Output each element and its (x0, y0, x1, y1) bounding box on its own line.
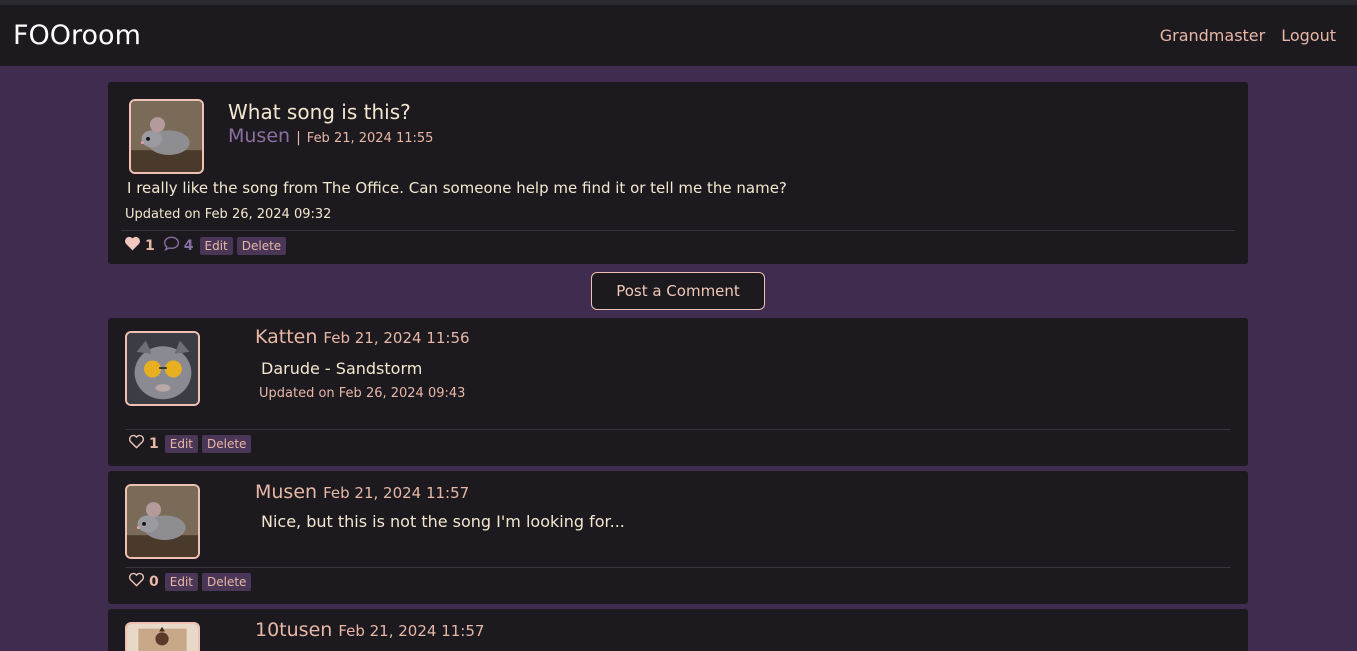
heart-outline-icon[interactable] (128, 572, 145, 591)
comment-actions: 0 Edit Delete (128, 572, 252, 591)
post-title: What song is this? (228, 100, 411, 124)
comment-icon[interactable] (163, 236, 180, 255)
like-count: 1 (149, 435, 159, 452)
comment-author-avatar[interactable] (125, 622, 200, 651)
comment-updated: Updated on Feb 26, 2024 09:43 (259, 386, 466, 401)
comment-author[interactable]: 10tusen (255, 619, 332, 641)
comment-body: Darude - Sandstorm (261, 359, 423, 378)
comment-header: Katten Feb 21, 2024 11:56 (255, 326, 470, 348)
divider (125, 567, 1231, 568)
brand-logo[interactable]: FOOroom (13, 20, 141, 51)
heart-outline-icon[interactable] (128, 434, 145, 453)
post-meta: Musen | Feb 21, 2024 11:55 (228, 125, 433, 147)
comment-author-avatar[interactable] (125, 484, 200, 559)
delete-comment-button[interactable]: Delete (202, 572, 252, 591)
meta-separator: | (296, 130, 301, 146)
post-author-avatar[interactable] (129, 99, 204, 174)
divider (121, 230, 1235, 231)
navbar: FOOroom Grandmaster Logout (0, 5, 1357, 66)
delete-post-button[interactable]: Delete (236, 236, 287, 255)
comment-author-avatar[interactable] (125, 331, 200, 406)
comment-date: Feb 21, 2024 11:57 (323, 484, 470, 502)
edit-comment-button[interactable]: Edit (164, 434, 198, 453)
comment-card: Musen Feb 21, 2024 11:57 Nice, but this … (108, 471, 1248, 604)
post-card: What song is this? Musen | Feb 21, 2024 … (108, 82, 1248, 264)
post-date: Feb 21, 2024 11:55 (306, 131, 434, 146)
post-comment-button[interactable]: Post a Comment (591, 272, 765, 310)
like-count: 1 (145, 237, 155, 254)
edit-comment-button[interactable]: Edit (164, 572, 198, 591)
post-actions: 1 4 Edit Delete (124, 236, 287, 255)
like-count: 0 (149, 573, 159, 590)
post-author[interactable]: Musen (228, 125, 290, 147)
divider (125, 429, 1231, 430)
heart-filled-icon[interactable] (124, 236, 141, 255)
comment-header: Musen Feb 21, 2024 11:57 (255, 481, 469, 503)
comment-date: Feb 21, 2024 11:56 (323, 329, 470, 347)
comment-body: Nice, but this is not the song I'm looki… (261, 512, 625, 531)
comment-author[interactable]: Musen (255, 481, 317, 503)
post-updated: Updated on Feb 26, 2024 09:32 (125, 207, 332, 222)
comment-count: 4 (183, 237, 194, 254)
comment-author[interactable]: Katten (255, 326, 317, 348)
comment-actions: 1 Edit Delete (128, 434, 252, 453)
edit-post-button[interactable]: Edit (199, 236, 233, 255)
comment-header: 10tusen Feb 21, 2024 11:57 (255, 619, 484, 641)
comment-date: Feb 21, 2024 11:57 (338, 622, 485, 640)
delete-comment-button[interactable]: Delete (202, 434, 252, 453)
nav-links: Grandmaster Logout (1160, 26, 1336, 45)
post-body: I really like the song from The Office. … (127, 179, 787, 197)
nav-link-logout[interactable]: Logout (1281, 26, 1336, 45)
comment-card: Katten Feb 21, 2024 11:56 Darude - Sands… (108, 318, 1248, 466)
comment-card: 10tusen Feb 21, 2024 11:57 (108, 609, 1248, 651)
nav-link-user[interactable]: Grandmaster (1160, 26, 1266, 45)
